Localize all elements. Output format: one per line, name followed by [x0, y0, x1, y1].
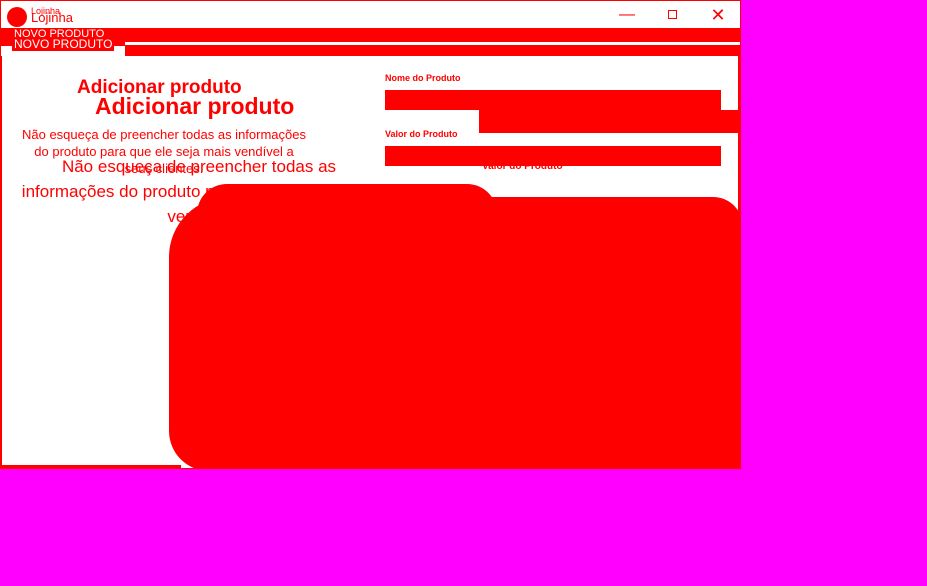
minimize-button[interactable]: — [604, 1, 650, 29]
product-value-label: Valor do Produto [385, 129, 458, 139]
header-divider [125, 42, 740, 45]
product-name-input[interactable] [385, 90, 721, 110]
title-bar[interactable]: Lojinha Lojinha — ✕ [1, 1, 740, 29]
maximize-icon [667, 10, 677, 20]
logo-icon [7, 7, 27, 27]
product-image[interactable] [169, 197, 740, 468]
page-heading: Adicionar produto [95, 93, 295, 119]
left-border [1, 56, 5, 468]
close-button[interactable]: ✕ [695, 1, 740, 29]
header-bar-lower [125, 46, 740, 56]
bottom-border [1, 465, 181, 468]
app-window: Lojinha Lojinha — ✕ NOVO PRODUTO NOVO PR… [0, 0, 741, 469]
product-name-label: Nome do Produto [385, 73, 461, 83]
close-icon: ✕ [710, 5, 726, 25]
form-side-block [479, 110, 740, 133]
product-value-label-ghost: Valor do Produto [482, 161, 563, 172]
maximize-button[interactable] [649, 1, 695, 29]
minimize-icon: — [619, 6, 635, 23]
app-title: Lojinha [31, 10, 73, 25]
section-title: NOVO PRODUTO [12, 37, 115, 51]
